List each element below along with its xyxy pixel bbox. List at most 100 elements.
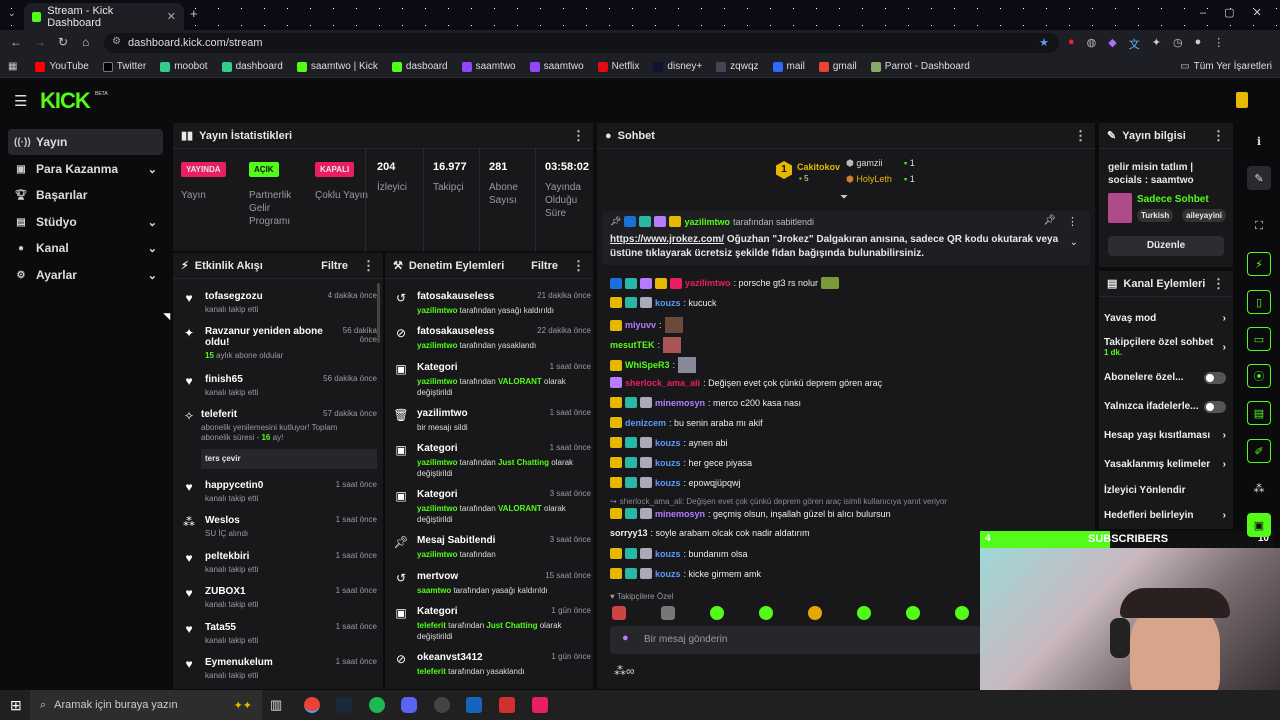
emote-icon[interactable] <box>808 606 822 620</box>
more-icon[interactable]: ⋮ <box>1212 276 1225 292</box>
bookmark-mail[interactable]: mail <box>772 61 805 72</box>
scrollbar[interactable] <box>377 283 380 343</box>
more-icon[interactable]: ⋮ <box>362 258 375 274</box>
emote-icon[interactable] <box>661 606 675 620</box>
action-banned-words[interactable]: Yasaklanmış kelimeler › <box>1104 459 1226 470</box>
browser-tab[interactable]: Stream - Kick Dashboard ✕ <box>24 3 184 30</box>
broadcast-icon[interactable]: ⦿ <box>1247 364 1271 388</box>
chat-settings-icon[interactable]: ⁂∞ <box>614 664 635 678</box>
pinned-link[interactable]: https://www.jrokez.com/ <box>610 234 724 245</box>
nav-item-ayarlar[interactable]: ⚙ Ayarlar ⌄ <box>8 262 163 288</box>
emote-icon[interactable] <box>955 606 969 620</box>
nav-item-kanal[interactable]: ● Kanal ⌄ <box>8 235 163 261</box>
site-info-icon[interactable]: ⚙ <box>112 36 121 47</box>
app-icon[interactable] <box>499 697 515 713</box>
list-icon[interactable]: ▤ <box>1247 401 1271 425</box>
action-subscribers-only[interactable]: Abonelere özel... <box>1104 372 1226 384</box>
bookmark-dasboard[interactable]: dasboard <box>391 61 448 72</box>
discord-icon[interactable] <box>401 697 417 713</box>
action-goals[interactable]: Hedefleri belirleyin › <box>1104 510 1226 521</box>
filter-button[interactable]: Filtre <box>321 260 348 272</box>
more-icon[interactable]: ⋮ <box>1212 128 1225 144</box>
toggle-switch[interactable] <box>1204 372 1226 384</box>
nav-item-studyo[interactable]: ▤ Stüdyo ⌄ <box>8 209 163 235</box>
task-view-icon[interactable]: ▥ <box>270 697 286 713</box>
top-gifter-3[interactable]: ⬢ HolyLeth <box>846 174 892 185</box>
menu-icon[interactable]: ⋮ <box>1213 36 1224 52</box>
bookmark-twitter[interactable]: Twitter <box>102 61 146 72</box>
close-tab-icon[interactable]: ✕ <box>167 10 176 23</box>
bookmark-twitch-2[interactable]: saamtwo <box>529 61 584 72</box>
history-icon[interactable]: ◷ <box>1173 36 1183 52</box>
bookmark-disney[interactable]: disney+ <box>653 61 702 72</box>
emote-icon[interactable] <box>759 606 773 620</box>
profile-icon[interactable]: ● <box>1195 36 1202 52</box>
kick-logo[interactable]: KICK <box>40 88 91 114</box>
bookmark-twitch[interactable]: saamtwo <box>461 61 516 72</box>
translate-icon[interactable]: 文 <box>1129 36 1140 52</box>
category-name[interactable]: Sadece Sohbet <box>1137 194 1209 205</box>
file-icon[interactable]: ▯ <box>1247 290 1271 314</box>
bookmark-moobot[interactable]: moobot <box>160 61 208 72</box>
extension-icon[interactable]: ● <box>1068 36 1075 52</box>
tab-search-icon[interactable]: ⌄ <box>8 8 16 19</box>
nav-item-para-kazanma[interactable]: ▣ Para Kazanma ⌄ <box>8 156 163 182</box>
bookmark-dashboard[interactable]: dashboard <box>221 61 283 72</box>
nav-item-basarilar[interactable]: 🏆︎ Başarılar <box>8 182 163 208</box>
app-icon[interactable] <box>532 697 548 713</box>
puzzle-icon[interactable]: ✦ <box>1152 36 1161 52</box>
bookmark-youtube[interactable]: YouTube <box>35 61 89 72</box>
taskbar-search[interactable]: ⌕ Aramak için buraya yazın ✦✦ <box>30 690 262 720</box>
chrome-icon[interactable] <box>304 697 320 713</box>
emote-icon[interactable] <box>857 606 871 620</box>
reload-icon[interactable]: ↻ <box>58 35 68 49</box>
obs-icon[interactable] <box>434 697 450 713</box>
wrench-icon[interactable]: ✐ <box>1247 439 1271 463</box>
info-icon[interactable]: ℹ <box>1247 129 1271 153</box>
extension-icon[interactable]: ◆ <box>1108 36 1116 52</box>
mic-icon[interactable]: ● <box>622 632 629 644</box>
bookmark-star-icon[interactable]: ★ <box>1039 36 1049 49</box>
emote-icon[interactable] <box>906 606 920 620</box>
bookmark-kick[interactable]: saamtwo | Kick <box>296 61 378 72</box>
app-icon[interactable] <box>466 697 482 713</box>
fullscreen-icon[interactable]: ⛶ <box>1247 214 1271 238</box>
spotify-icon[interactable] <box>369 697 385 713</box>
windows-start-icon[interactable]: ⊞ <box>10 697 22 714</box>
emote-icon[interactable] <box>612 606 626 620</box>
edit-button[interactable]: Düzenle <box>1108 236 1224 256</box>
more-icon[interactable]: ⋮ <box>1074 128 1087 144</box>
action-raid[interactable]: İzleyici Yönlendir <box>1104 485 1226 496</box>
extension-icon[interactable]: ◍ <box>1087 36 1097 52</box>
top-gifter-2[interactable]: ⬢ gamzii <box>846 158 882 169</box>
steam-icon[interactable] <box>336 697 352 713</box>
new-tab-icon[interactable]: + <box>190 6 198 21</box>
video-icon[interactable]: ▣ <box>1247 513 1271 537</box>
unpin-icon[interactable]: 📌︎ <box>1043 215 1056 226</box>
reply-box[interactable]: ters çevir <box>201 449 377 469</box>
nav-item-yayin[interactable]: ((·)) Yayın <box>8 129 163 155</box>
bookmark-netflix[interactable]: Netflix <box>597 61 639 72</box>
bookmark-parrot[interactable]: Parrot - Dashboard <box>870 61 970 72</box>
top-gifter-name[interactable]: Cakitokov <box>797 162 840 172</box>
more-icon[interactable]: ⋮ <box>572 128 585 144</box>
action-followers-only[interactable]: Takipçilere özel sohbet 1 dk. › <box>1104 337 1226 357</box>
bookmark-zqwqz[interactable]: zqwqz <box>716 61 759 72</box>
back-icon[interactable]: ← <box>10 35 22 49</box>
action-emotes-only[interactable]: Yalnızca ifadelerle... <box>1104 401 1226 413</box>
filter-button[interactable]: Filtre <box>531 260 558 272</box>
hamburger-menu-icon[interactable]: ☰ <box>14 92 27 110</box>
more-icon[interactable]: ⋮ <box>1067 215 1078 228</box>
emote-icon[interactable] <box>710 606 724 620</box>
apps-icon[interactable]: ▦ <box>8 61 17 72</box>
edit-icon[interactable]: ✎ <box>1247 166 1271 190</box>
expand-chevron-icon[interactable]: ⏷ <box>840 192 848 203</box>
chat-icon[interactable]: ▭ <box>1247 327 1271 351</box>
window-controls[interactable]: –▢✕ <box>1200 6 1280 19</box>
bolt-icon[interactable]: ⚡︎ <box>1247 252 1271 276</box>
tag[interactable]: Turkish <box>1137 209 1174 222</box>
profile-avatar-icon[interactable] <box>1236 92 1248 108</box>
chat-input[interactable]: ● Bir mesaj gönderin <box>610 626 982 654</box>
forward-icon[interactable]: → <box>34 35 46 49</box>
action-slow-mode[interactable]: Yavaş mod › <box>1104 313 1226 324</box>
